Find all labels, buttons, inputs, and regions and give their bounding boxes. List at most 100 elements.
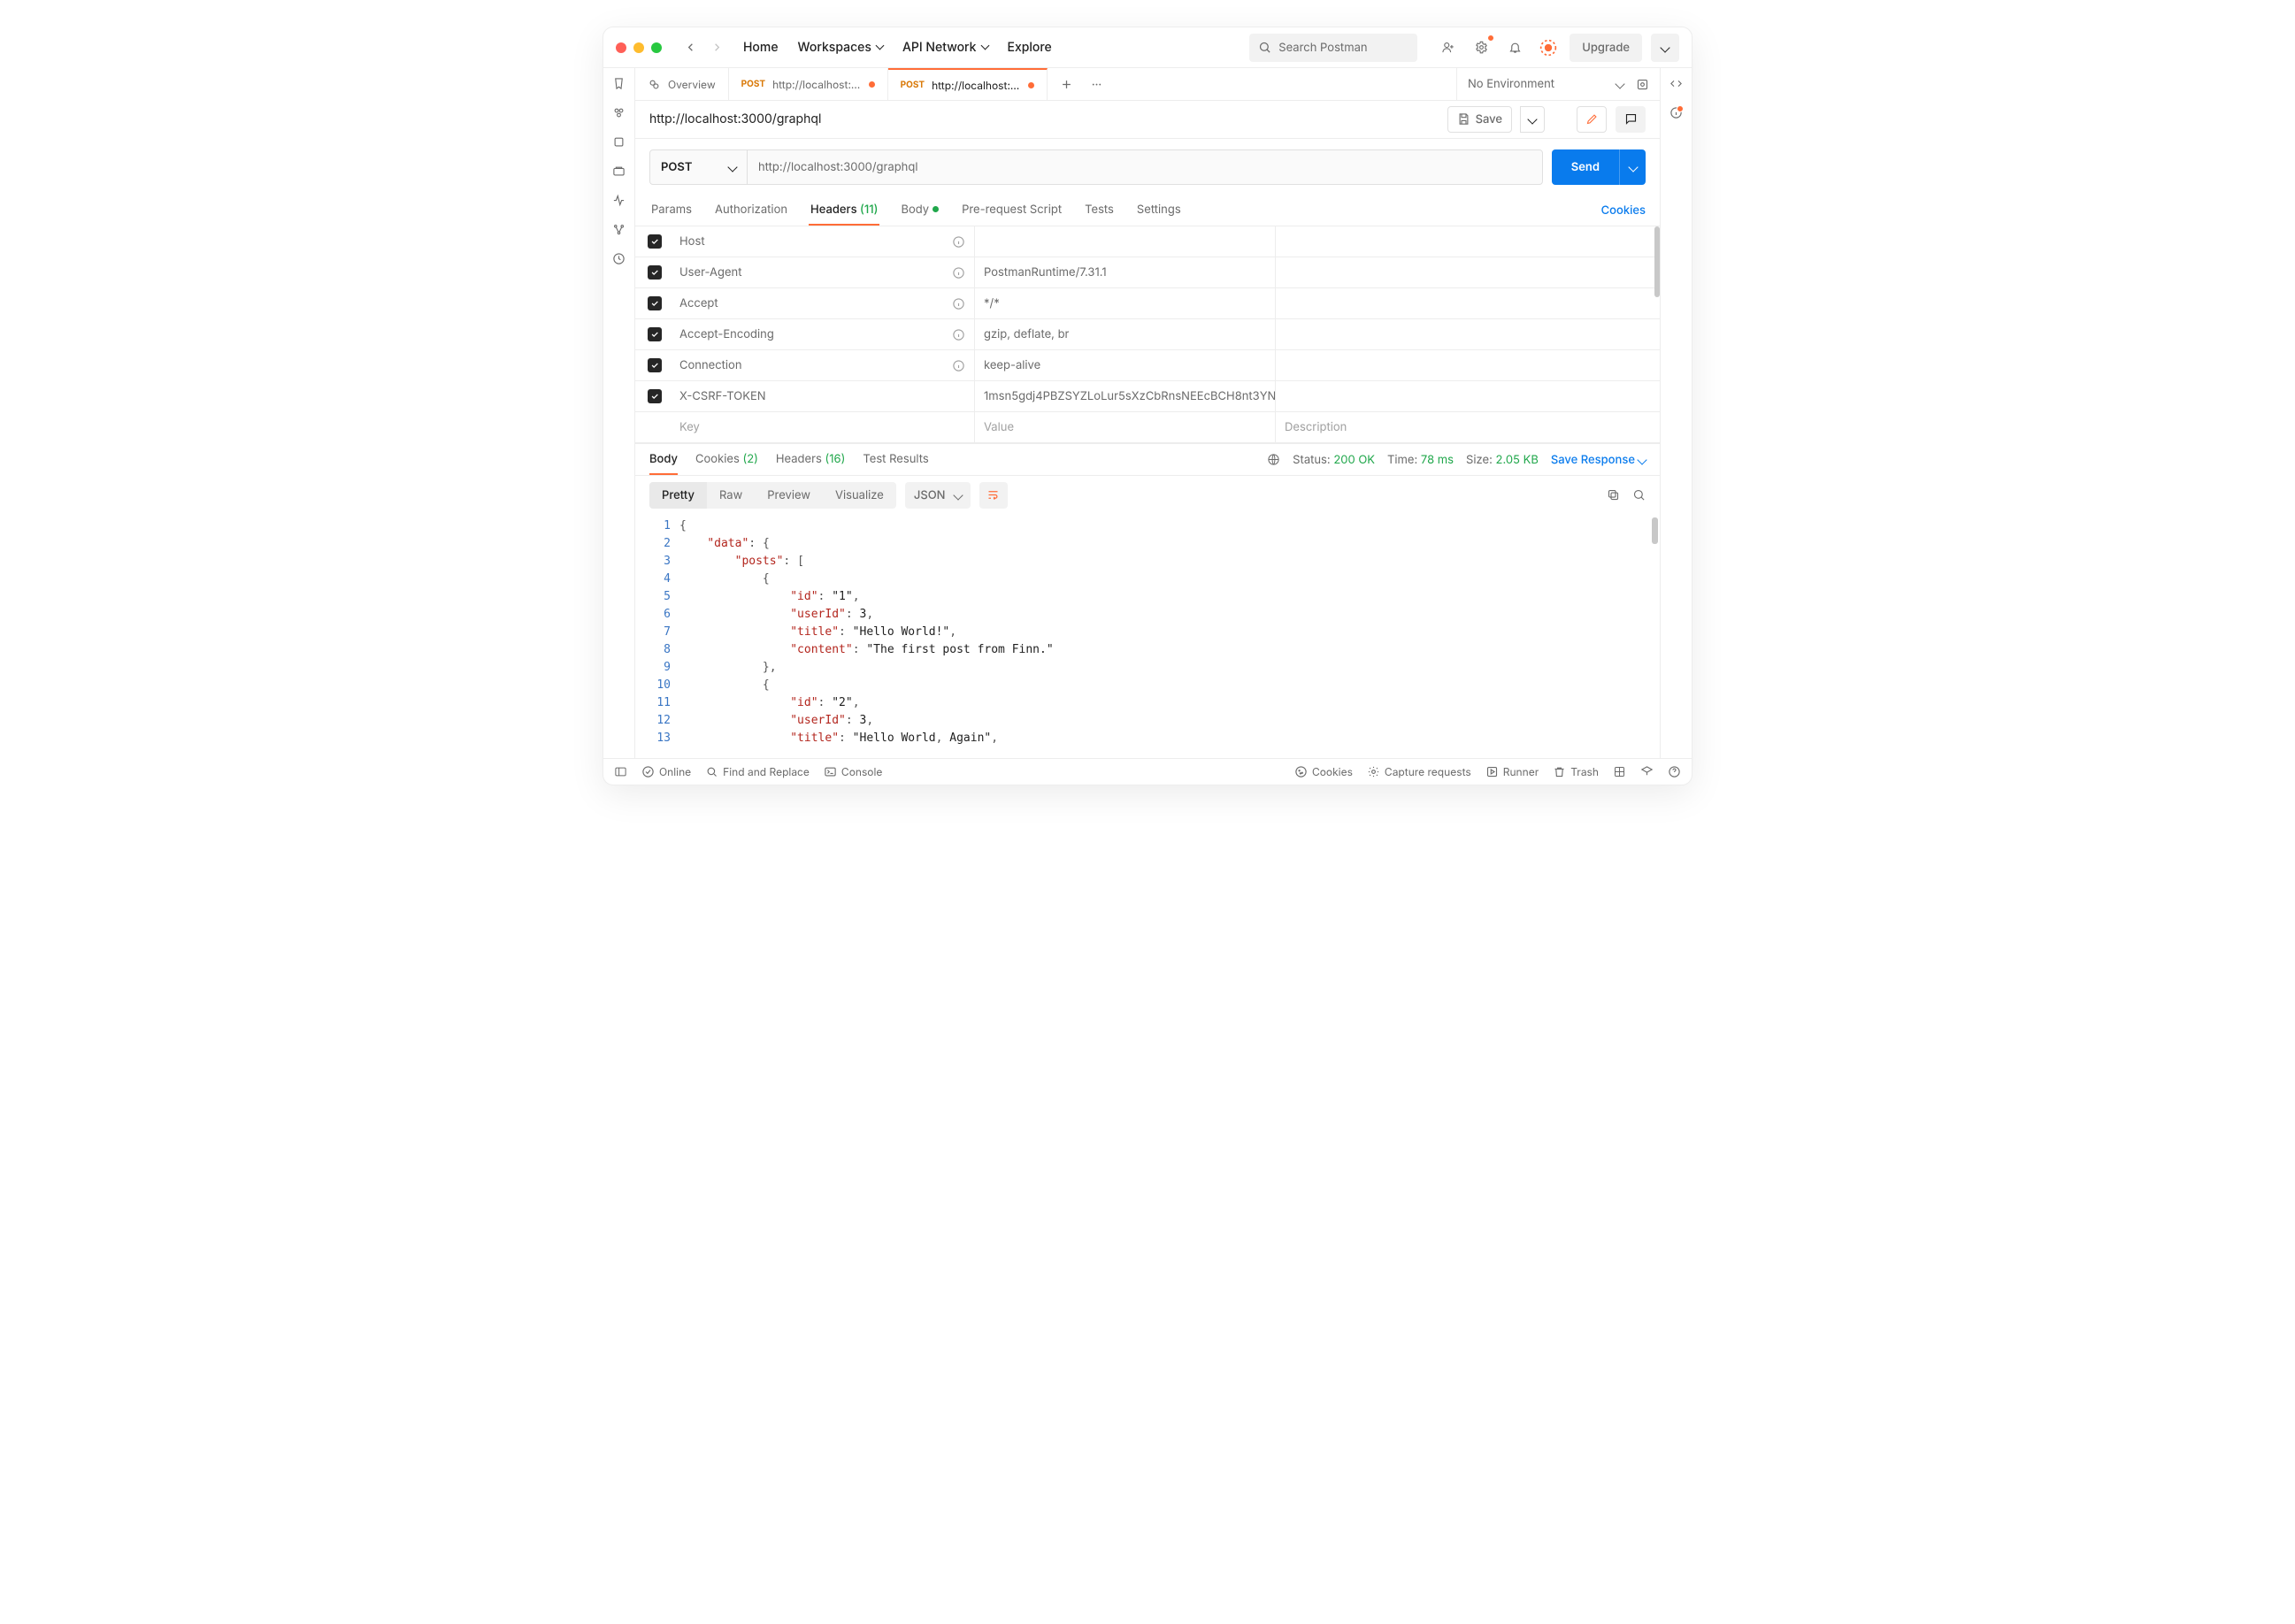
status-online[interactable]: Online — [641, 765, 691, 778]
scratchpad-icon[interactable] — [612, 77, 626, 90]
collections-icon[interactable] — [612, 106, 626, 119]
header-checkbox[interactable] — [648, 296, 662, 310]
status-layout[interactable] — [1613, 765, 1626, 778]
subtab-settings[interactable]: Settings — [1135, 195, 1183, 226]
tab-request-1[interactable]: POST http://localhost:3000/ — [729, 68, 888, 100]
environment-selector[interactable]: No Environment — [1456, 68, 1660, 100]
cookies-link[interactable]: Cookies — [1601, 203, 1646, 218]
url-input[interactable]: http://localhost:3000/graphql — [748, 150, 1542, 184]
table-scrollbar[interactable] — [1654, 226, 1660, 297]
info-icon[interactable] — [952, 235, 965, 249]
edit-button[interactable] — [1577, 106, 1607, 133]
header-row[interactable]: Connectionkeep-alive — [635, 350, 1660, 381]
menu-home[interactable]: Home — [743, 40, 779, 55]
header-checkbox[interactable] — [648, 265, 662, 280]
subtab-params[interactable]: Params — [649, 195, 694, 226]
header-checkbox[interactable] — [648, 234, 662, 249]
environment-quicklook-icon[interactable] — [1636, 78, 1649, 91]
status-question[interactable] — [1668, 765, 1681, 778]
response-body-code[interactable]: 12345678910111213 { "data": { "posts": [… — [635, 514, 1660, 758]
format-selector[interactable]: JSON — [905, 482, 971, 509]
notifications-icon[interactable] — [1502, 35, 1527, 60]
header-checkbox[interactable] — [648, 358, 662, 372]
resp-tab-headers[interactable]: Headers (16) — [776, 444, 845, 475]
subtab-tests[interactable]: Tests — [1083, 195, 1116, 226]
send-options[interactable] — [1619, 149, 1646, 185]
save-response-button[interactable]: Save Response — [1551, 453, 1646, 467]
resp-tab-cookies[interactable]: Cookies (2) — [695, 444, 758, 475]
code-scrollbar[interactable] — [1652, 517, 1658, 544]
send-button[interactable]: Send — [1552, 149, 1646, 185]
search-response-button[interactable] — [1632, 488, 1646, 502]
status-cookies[interactable]: Cookies — [1294, 765, 1353, 778]
save-button[interactable]: Save — [1447, 106, 1512, 133]
info-icon[interactable] — [952, 359, 965, 372]
info-icon[interactable] — [952, 328, 965, 341]
upgrade-button[interactable]: Upgrade — [1570, 34, 1642, 62]
header-key: User-Agent — [679, 265, 742, 280]
menu-workspaces[interactable]: Workspaces — [798, 40, 883, 55]
method-selector[interactable]: POST — [650, 150, 748, 184]
info-icon[interactable] — [952, 266, 965, 280]
view-pretty[interactable]: Pretty — [649, 482, 707, 509]
comment-button[interactable] — [1616, 106, 1646, 133]
status-help[interactable] — [1640, 765, 1654, 778]
tab-request-2[interactable]: POST http://localhost:3000/ — [888, 68, 1048, 100]
status-trash[interactable]: Trash — [1553, 765, 1599, 778]
invite-icon[interactable] — [1435, 35, 1460, 60]
view-preview[interactable]: Preview — [755, 482, 823, 509]
environments-icon[interactable] — [612, 165, 626, 178]
header-input-row[interactable]: Key Value Description — [635, 412, 1660, 443]
status-capture[interactable]: Capture requests — [1367, 765, 1471, 778]
forward-button[interactable] — [704, 35, 729, 60]
copy-response-button[interactable] — [1607, 488, 1620, 502]
resp-tab-body[interactable]: Body — [649, 444, 678, 475]
history-icon[interactable] — [612, 252, 626, 265]
settings-icon[interactable] — [1469, 35, 1493, 60]
wrap-lines-button[interactable] — [979, 482, 1008, 509]
header-checkbox[interactable] — [648, 389, 662, 403]
header-row[interactable]: Accept*/* — [635, 288, 1660, 319]
subtab-authorization[interactable]: Authorization — [713, 195, 789, 226]
status-find-replace[interactable]: Find and Replace — [705, 765, 810, 778]
size-label: Size: 2.05 KB — [1466, 453, 1539, 467]
header-checkbox[interactable] — [648, 327, 662, 341]
panel-toggle[interactable] — [614, 765, 627, 778]
header-row[interactable]: X-CSRF-TOKEN1msn5gdj4PBZSYZLoLur5sXzCbRn… — [635, 381, 1660, 412]
menu-explore[interactable]: Explore — [1008, 40, 1052, 55]
subtab-prerequest[interactable]: Pre-request Script — [960, 195, 1063, 226]
new-tab-button[interactable] — [1055, 72, 1079, 96]
status-console[interactable]: Console — [824, 765, 882, 778]
tab-options-button[interactable] — [1085, 72, 1109, 96]
view-visualize[interactable]: Visualize — [823, 482, 896, 509]
info-panel-icon[interactable] — [1669, 106, 1683, 119]
save-options-button[interactable] — [1520, 106, 1545, 133]
subtab-body[interactable]: Body — [899, 195, 940, 226]
status-runner[interactable]: Runner — [1485, 765, 1539, 778]
monitors-icon[interactable] — [612, 194, 626, 207]
menu-api-network[interactable]: API Network — [902, 40, 988, 55]
header-row[interactable]: Host — [635, 226, 1660, 257]
code-panel-icon[interactable] — [1669, 77, 1683, 90]
subtab-headers[interactable]: Headers (11) — [809, 195, 879, 226]
info-icon[interactable] — [952, 297, 965, 310]
maximize-window[interactable] — [651, 42, 662, 53]
back-button[interactable] — [678, 35, 702, 60]
header-key: X-CSRF-TOKEN — [679, 389, 766, 403]
global-search[interactable]: Search Postman — [1249, 34, 1417, 62]
view-raw[interactable]: Raw — [707, 482, 755, 509]
minimize-window[interactable] — [633, 42, 644, 53]
upgrade-caret[interactable] — [1651, 34, 1679, 62]
status-label: Status: 200 OK — [1293, 453, 1375, 467]
tab-overview[interactable]: Overview — [635, 68, 729, 100]
flows-icon[interactable] — [612, 223, 626, 236]
response-tabs: Body Cookies (2) Headers (16) Test Resul… — [635, 443, 1660, 476]
avatar[interactable] — [1536, 35, 1561, 60]
network-icon[interactable] — [1267, 453, 1280, 466]
header-row[interactable]: User-AgentPostmanRuntime/7.31.1 — [635, 257, 1660, 288]
close-window[interactable] — [616, 42, 626, 53]
resp-tab-testresults[interactable]: Test Results — [863, 444, 928, 475]
apis-icon[interactable] — [612, 135, 626, 149]
time-label: Time: 78 ms — [1387, 453, 1454, 467]
header-row[interactable]: Accept-Encodinggzip, deflate, br — [635, 319, 1660, 350]
